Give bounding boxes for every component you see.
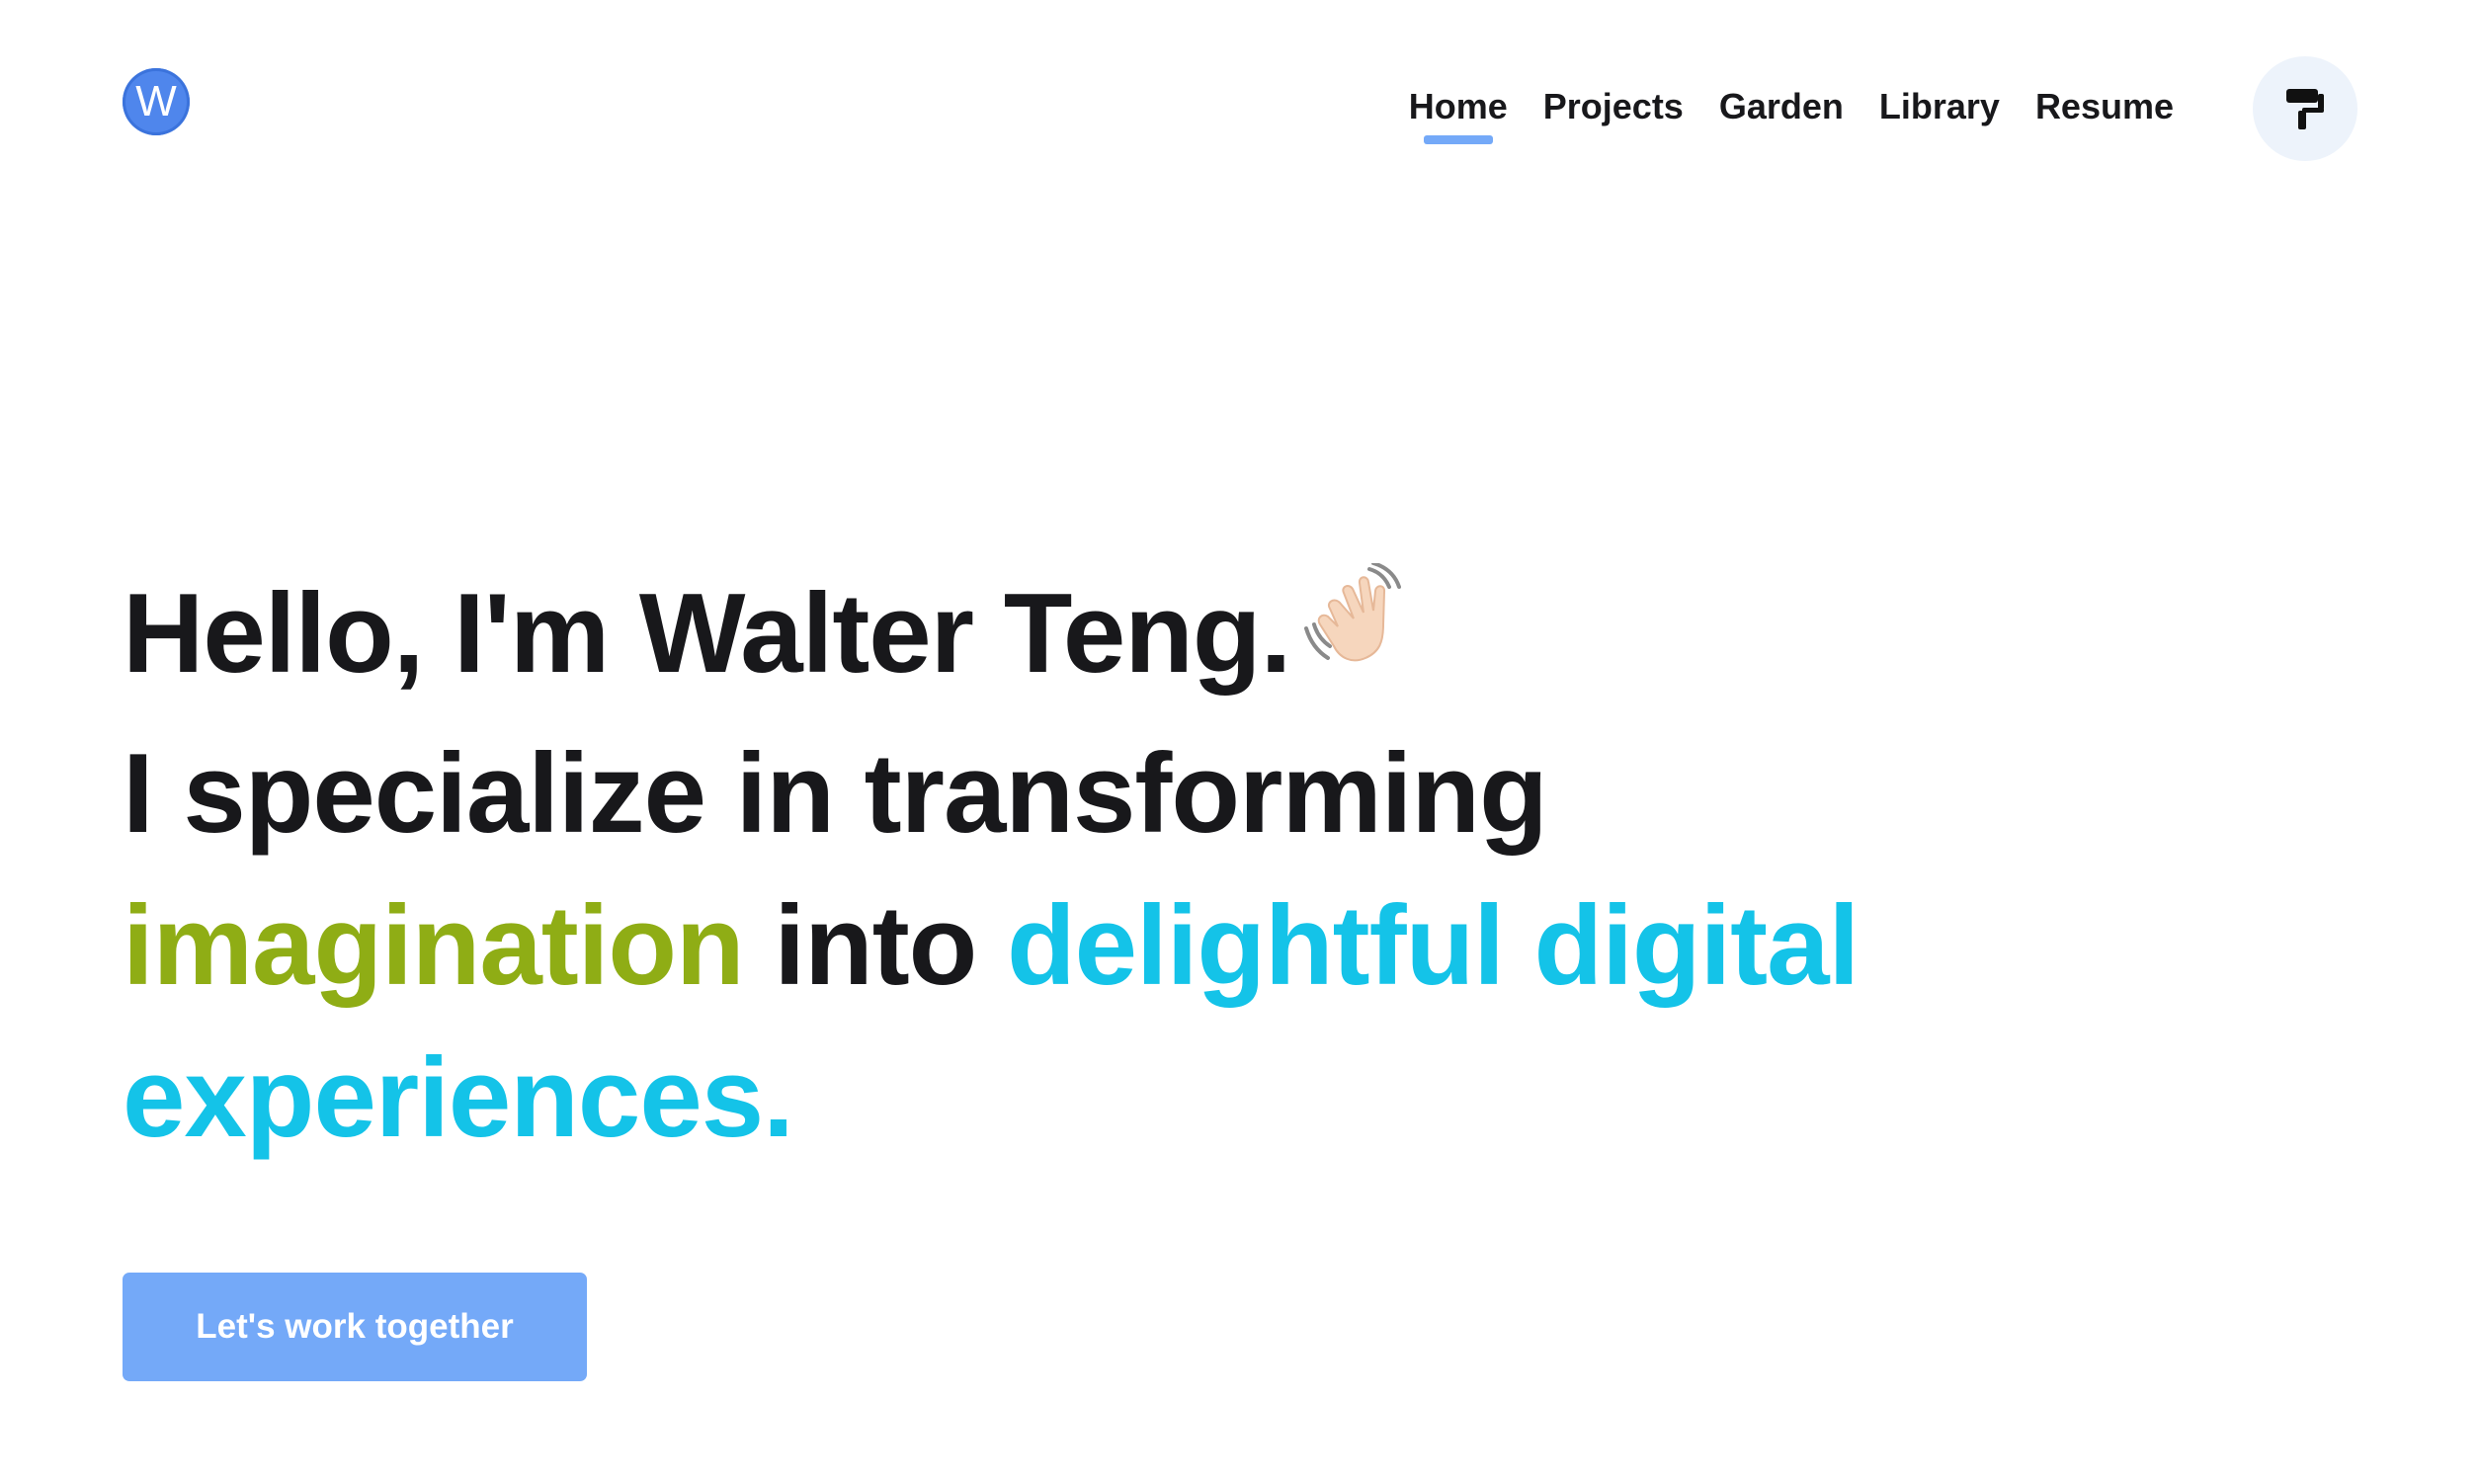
hero-heading: Hello, I'm Walter Teng. I specialize in … [123,558,2000,1175]
work-together-button[interactable]: Let's work together [123,1273,587,1381]
hero-line-3: imagination into delightful digital [123,870,2000,1023]
waving-hand-icon [1304,558,1413,710]
hero-line-2: I specialize in transforming [123,730,1548,857]
logo-letter: W [135,77,177,125]
site-logo[interactable]: W [123,68,190,135]
nav-item-home[interactable]: Home [1409,79,1508,134]
connector-text: into [774,882,977,1009]
highlight-delightful-digital: delightful digital [1007,882,1860,1009]
greeting-text: Hello, I'm Walter Teng. [123,571,1291,697]
paint-roller-icon [2286,89,2324,129]
nav-item-library[interactable]: Library [1879,79,2000,134]
nav-item-garden[interactable]: Garden [1719,79,1844,134]
hero-line-1: Hello, I'm Walter Teng. [123,558,2000,718]
page: W Home Projects Garden Library Resume He… [0,0,2480,1484]
nav-item-projects[interactable]: Projects [1543,79,1684,134]
theme-toggle-button[interactable] [2253,56,2357,161]
highlight-imagination: imagination [123,882,745,1009]
main-nav: Home Projects Garden Library Resume [1409,79,2174,134]
nav-item-resume[interactable]: Resume [2035,79,2174,134]
hero-line-4: experiences. [123,1034,794,1161]
